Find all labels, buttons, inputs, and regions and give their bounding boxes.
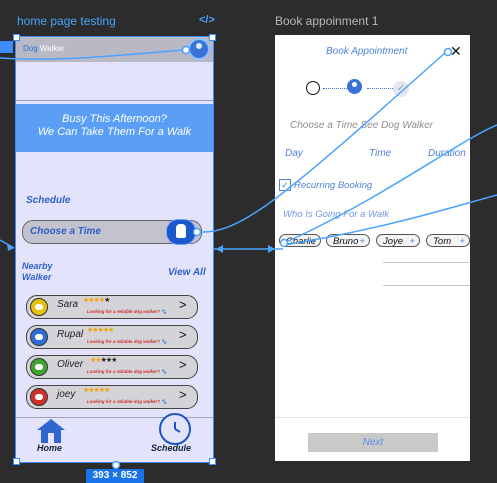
- resize-handle[interactable]: [13, 34, 20, 41]
- link-right-2: [283, 194, 497, 246]
- link-node[interactable]: [181, 45, 191, 55]
- link-choose-time: [196, 51, 447, 233]
- link-node[interactable]: [192, 227, 202, 237]
- arrowhead-icon: [216, 245, 223, 253]
- link-right-1: [283, 124, 497, 244]
- size-badge: 393 × 852: [86, 469, 144, 483]
- link-node[interactable]: [111, 460, 121, 470]
- arrowhead-icon: [268, 245, 275, 253]
- link-node[interactable]: [279, 238, 289, 248]
- resize-handle[interactable]: [209, 458, 216, 465]
- prototype-connections: [0, 45, 497, 480]
- link-node[interactable]: [443, 47, 453, 57]
- resize-handle[interactable]: [13, 458, 20, 465]
- resize-handle[interactable]: [209, 34, 216, 41]
- prototype-start-icon[interactable]: [0, 41, 13, 53]
- link-profile: [0, 49, 185, 60]
